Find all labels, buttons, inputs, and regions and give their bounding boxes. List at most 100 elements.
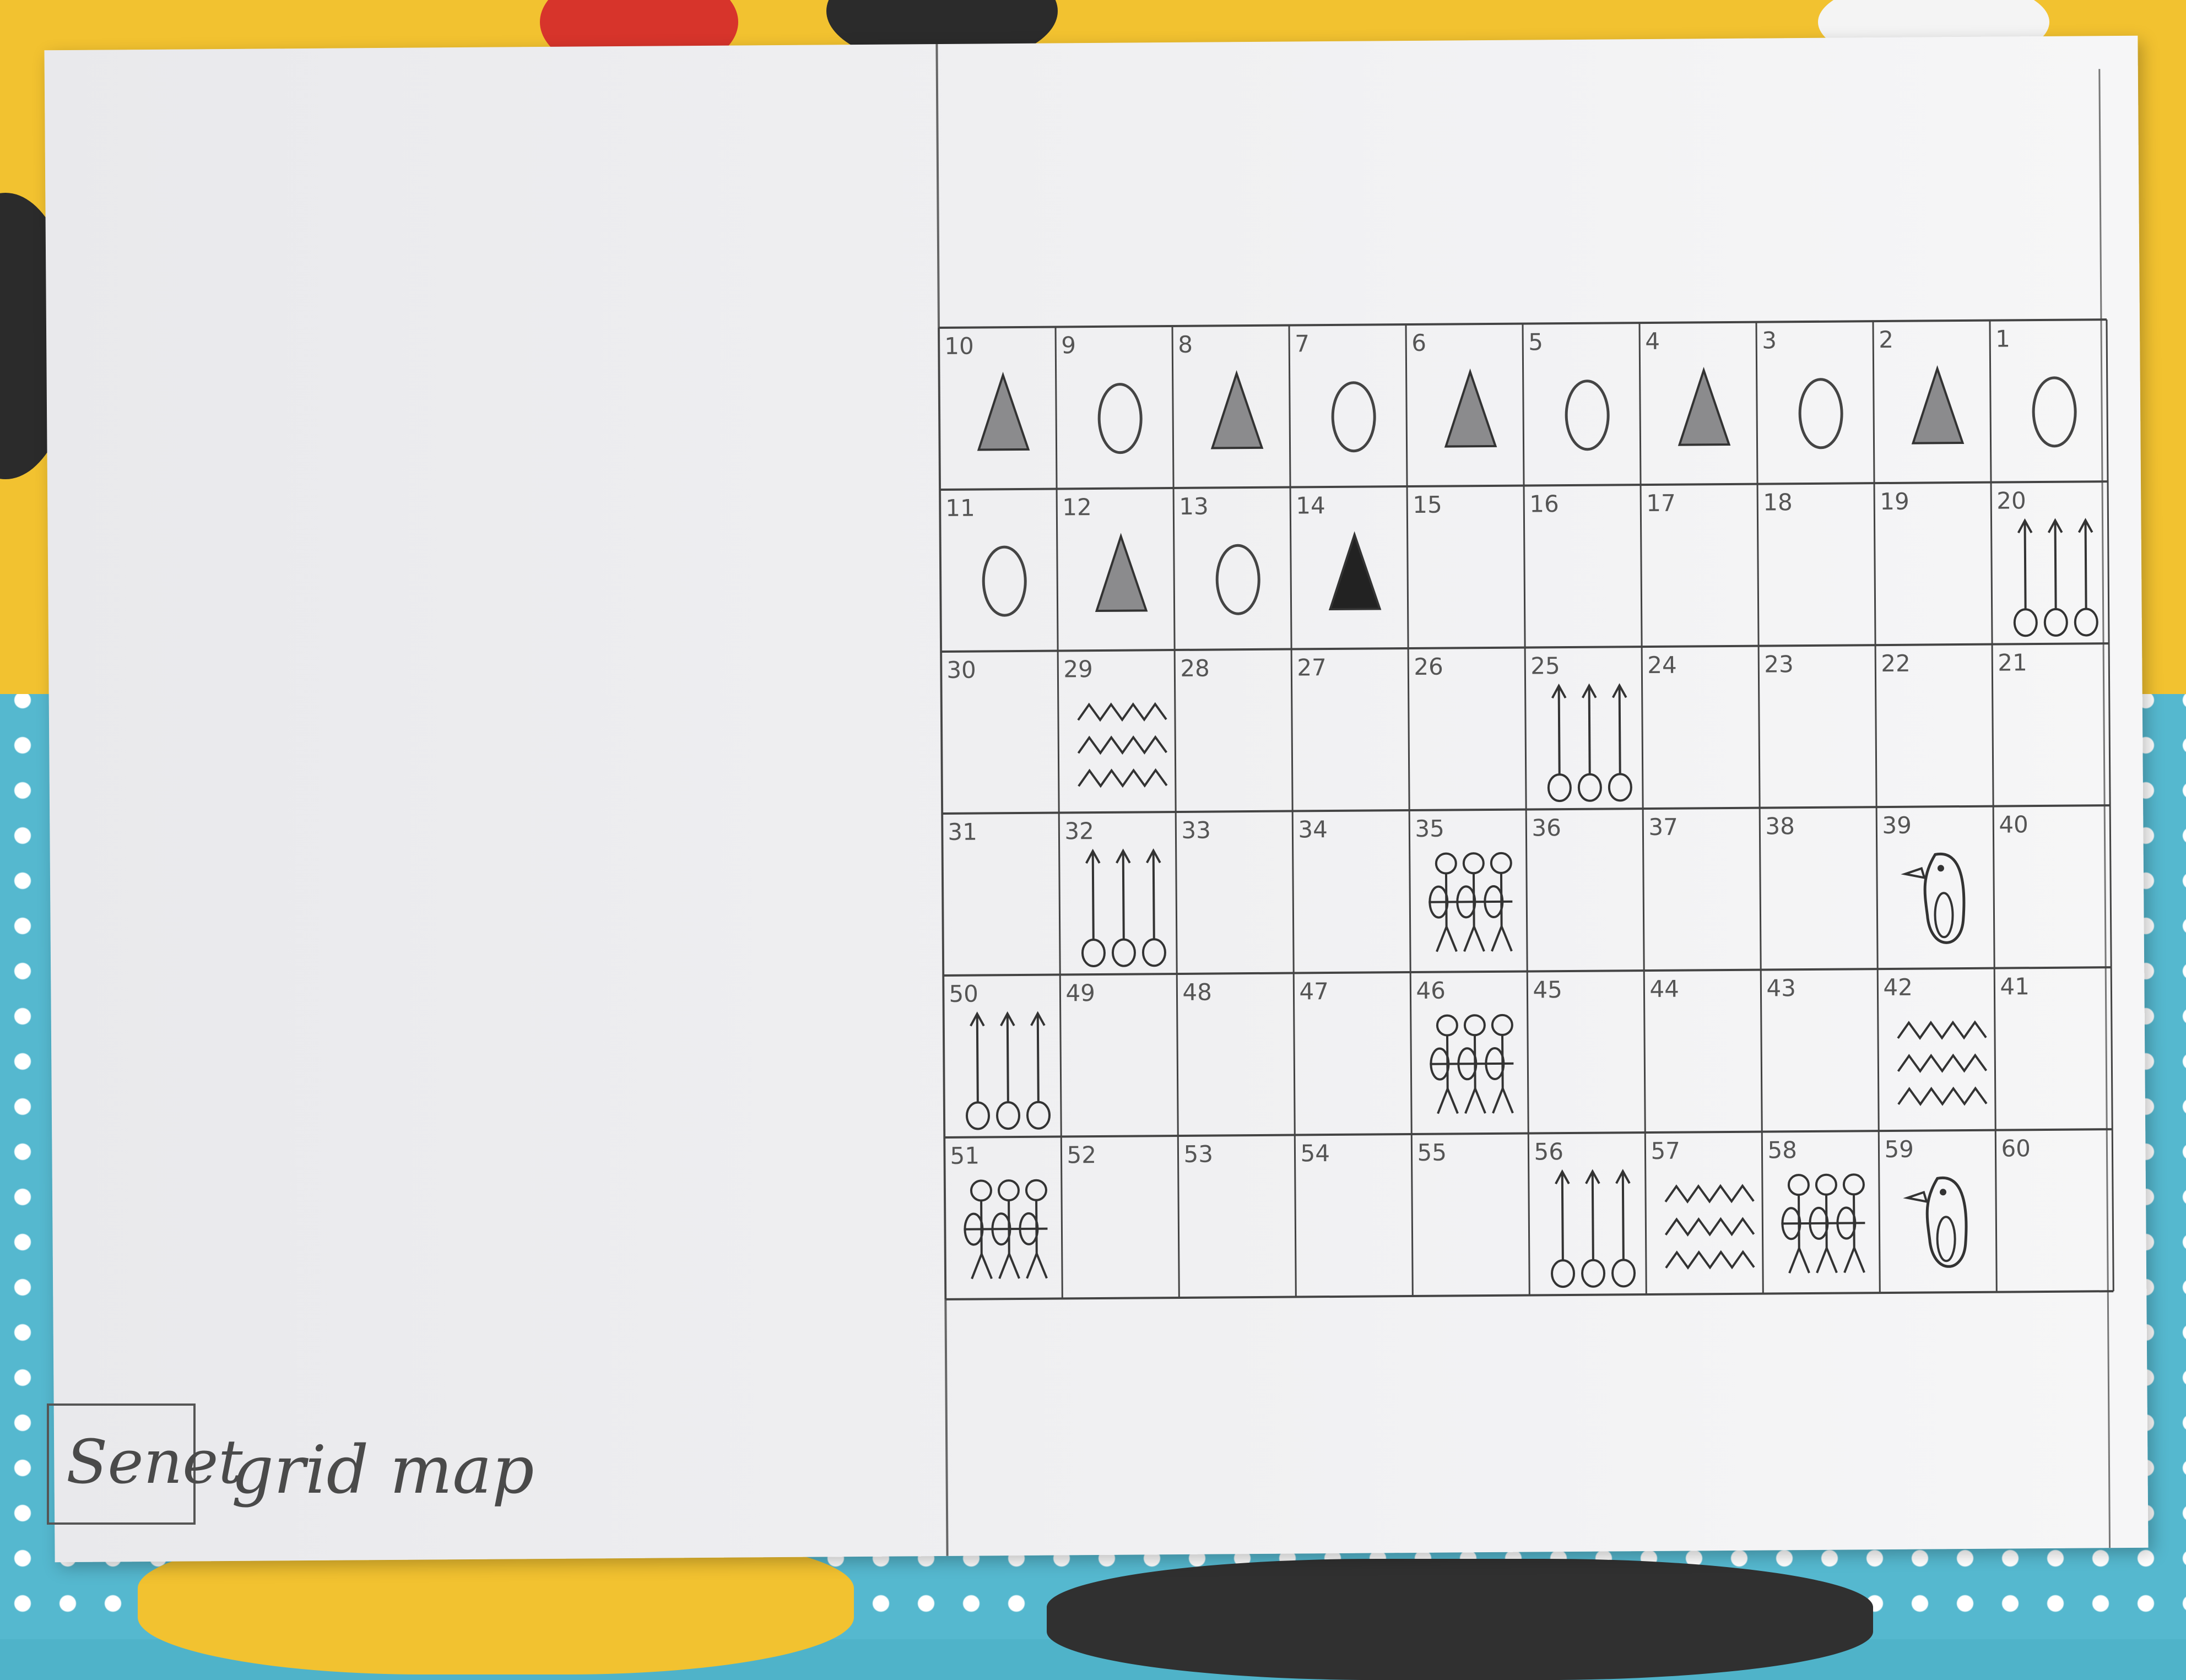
cell-number: 56 [1534,1138,1563,1165]
cell-number: 48 [1182,979,1212,1006]
cell-number: 39 [1882,812,1912,839]
grid-cell: 42 [1883,973,1987,1104]
cone-icon [978,375,1029,450]
cell-number: 40 [1999,811,2028,838]
grid-cell: 56 [1534,1137,1635,1287]
people-group-icon [1429,853,1513,952]
grid-cell: 55 [1417,1139,1447,1166]
oval-icon [1217,545,1259,614]
grid-cell: 12 [1062,493,1146,611]
cell-number: 19 [1880,488,1909,515]
cell-number: 5 [1528,328,1543,355]
grid-cell: 21 [1998,649,2027,676]
grid-cell: 18 [1763,489,1793,516]
grid-cell: 10 [944,332,1028,450]
cell-number: 20 [1996,487,2026,514]
grid-cell: 59 [1884,1135,1966,1267]
water-waves-icon [1078,704,1167,786]
grid-cell: 24 [1647,652,1677,679]
grid-cell: 23 [1764,651,1794,678]
grid-cell: 47 [1299,978,1329,1005]
cell-number: 23 [1764,651,1794,678]
cell-number: 15 [1413,491,1442,518]
grid-cell: 11 [945,494,1026,616]
cell-number: 38 [1765,812,1795,839]
people-group-icon [1430,1015,1514,1114]
cell-number: 47 [1299,978,1329,1005]
grid-cell: 9 [1061,331,1141,453]
ankh-group-icon [1548,685,1631,801]
grid-cell: 37 [1648,814,1678,841]
grid-cell: 19 [1880,488,1909,515]
cell-number: 11 [945,495,975,522]
grid-cell: 35 [1415,815,1513,952]
ankh-group-icon [1551,1171,1635,1287]
cell-number: 37 [1648,814,1678,841]
cone-icon [1096,536,1146,611]
cell-number: 6 [1411,329,1426,356]
grid-cell: 25 [1530,652,1631,801]
cell-number: 31 [948,819,977,846]
oval-icon [1800,380,1842,448]
cell-number: 4 [1645,328,1660,355]
grid-cell: 30 [946,657,976,684]
grid-cell: 46 [1416,977,1514,1114]
cell-number: 59 [1884,1136,1914,1163]
oval-icon [2033,378,2076,447]
cell-number: 9 [1061,332,1076,359]
grid-cell: 16 [1529,490,1559,517]
grid-cell: 13 [1179,492,1259,614]
cell-number: 60 [2001,1135,2031,1162]
grid-cell: 14 [1296,491,1379,609]
cone-icon [1679,370,1729,445]
cell-number: 36 [1532,814,1561,841]
grid-cell: 52 [1067,1141,1096,1168]
grid-cell: 49 [1065,979,1095,1006]
cell-number: 33 [1181,817,1211,844]
cone-icon [1330,534,1380,609]
grid-cell: 51 [950,1142,1048,1279]
cell-number: 2 [1879,326,1893,353]
grid-cell: 39 [1882,811,1964,943]
grid-cell: 43 [1766,974,1796,1001]
cell-number: 27 [1297,654,1327,681]
cell-number: 44 [1649,976,1679,1002]
cell-number: 45 [1533,976,1562,1003]
cell-number: 13 [1179,493,1209,520]
grid-cell: 33 [1181,817,1211,844]
grid-cell: 32 [1064,817,1165,966]
cell-number: 53 [1183,1141,1213,1168]
cell-number: 41 [2000,973,2030,1000]
oval-icon [1566,381,1609,449]
cell-number: 28 [1180,655,1210,682]
board-subtitle: grid map [231,1432,534,1509]
cone-icon [1212,373,1262,448]
cell-number: 32 [1064,817,1094,844]
cone-icon [1446,372,1496,447]
grid-cell: 7 [1295,329,1375,451]
cell-number: 50 [949,980,978,1007]
grid-cell: 28 [1180,655,1210,682]
grid-cell: 60 [2001,1135,2031,1162]
cell-number: 24 [1647,652,1677,679]
bird-icon [1905,854,1965,943]
grid-cell: 15 [1413,491,1442,518]
grid-cell: 29 [1063,655,1167,786]
grid-cell: 1 [1995,325,2076,447]
grid-cell: 5 [1528,328,1609,450]
cell-number: 25 [1530,652,1560,679]
cell-number: 21 [1998,649,2027,676]
cell-number: 58 [1767,1136,1797,1163]
water-waves-icon [1665,1186,1754,1268]
grid-cell: 8 [1178,330,1262,448]
grid-cell: 27 [1297,654,1327,681]
cell-number: 17 [1646,490,1676,517]
cell-number: 46 [1416,977,1446,1004]
grid-cell: 22 [1881,650,1911,677]
cell-number: 57 [1651,1137,1680,1164]
paper-sheet: 1098765432111121314151617181920302928272… [44,36,2148,1562]
cell-number: 12 [1062,494,1092,521]
board-title: Senet [66,1427,243,1497]
ankh-group-icon [1082,850,1165,966]
cell-number: 18 [1763,489,1793,516]
